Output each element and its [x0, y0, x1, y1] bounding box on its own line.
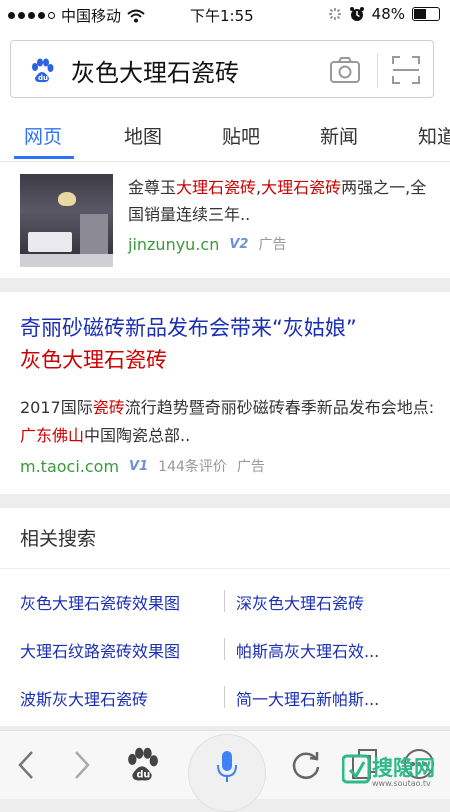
battery-icon — [412, 7, 440, 21]
wifi-icon — [127, 9, 145, 22]
search-box[interactable]: du 灰色大理石瓷砖 — [10, 40, 434, 98]
scan-icon[interactable] — [391, 55, 421, 85]
refresh-icon[interactable] — [290, 749, 322, 781]
microphone-icon — [217, 751, 237, 782]
related-item-divider — [224, 590, 225, 612]
related-searches: 相关搜索 灰色大理石瓷砖效果图 深灰色大理石瓷砖 大理石纹路瓷砖效果图 帕斯高灰… — [0, 508, 450, 726]
related-item[interactable]: 帕斯高灰大理石效... — [236, 638, 379, 662]
result-title[interactable]: 奇丽砂磁砖新品发布会带来“灰姑娘” 灰色大理石瓷砖 — [20, 312, 435, 376]
active-tab-indicator — [14, 156, 74, 159]
v-badge-icon: V2 — [229, 236, 249, 252]
carrier-label: 中国移动 — [61, 7, 122, 25]
watermark-url: www.soutao.tv — [372, 779, 431, 788]
status-right: 48% — [328, 5, 440, 23]
battery-percent: 48% — [371, 5, 405, 23]
search-tabs: 网页 地图 贴吧 新闻 知道 — [0, 116, 450, 162]
result-thumbnail[interactable] — [20, 174, 113, 267]
search-input[interactable]: 灰色大理石瓷砖 — [71, 53, 239, 88]
baidu-paw-icon: du — [32, 58, 54, 83]
voice-search-button[interactable] — [188, 734, 266, 812]
ad-label: 广告 — [258, 237, 287, 253]
site-watermark: 搜隐网 www.soutao.tv — [341, 752, 442, 792]
forward-icon[interactable] — [72, 749, 92, 781]
result-description[interactable]: 2017国际瓷砖流行趋势暨奇丽砂磁砖春季新品发布会地点:广东佛山中国陶瓷总部.. — [20, 394, 440, 450]
tab-news[interactable]: 新闻 — [320, 122, 358, 149]
result-domain[interactable]: jinzunyu.cn — [128, 235, 219, 254]
result-meta: jinzunyu.cn V2 广告 — [128, 234, 286, 254]
result-card-2[interactable]: 奇丽砂磁砖新品发布会带来“灰姑娘” 灰色大理石瓷砖 2017国际瓷砖流行趋势暨奇… — [0, 292, 450, 494]
signal-icon — [8, 12, 55, 19]
search-divider — [377, 53, 378, 87]
status-bar: 中国移动 下午1:55 48% — [0, 0, 450, 30]
result-card-ad-1[interactable]: 金尊玉大理石瓷砖,大理石瓷砖两强之一,全国销量连续三年.. jinzunyu.c… — [0, 162, 450, 278]
related-item-divider — [224, 638, 225, 660]
tab-web[interactable]: 网页 — [24, 122, 62, 149]
related-item[interactable]: 波斯灰大理石瓷砖 — [20, 686, 148, 710]
clock: 下午1:55 — [190, 7, 254, 25]
related-item[interactable]: 灰色大理石瓷砖效果图 — [20, 590, 180, 614]
status-left: 中国移动 — [8, 5, 145, 26]
result-description[interactable]: 金尊玉大理石瓷砖,大理石瓷砖两强之一,全国销量连续三年.. — [128, 174, 428, 228]
tab-map[interactable]: 地图 — [124, 122, 162, 149]
related-title: 相关搜索 — [20, 528, 97, 550]
svg-text:du: du — [38, 74, 48, 82]
baidu-home-icon[interactable]: du — [124, 747, 160, 783]
svg-text:du: du — [136, 769, 150, 780]
result-domain[interactable]: m.taoci.com — [20, 457, 119, 476]
watermark-text: 搜隐网 — [372, 756, 435, 780]
loading-icon — [328, 8, 341, 20]
related-item[interactable]: 深灰色大理石瓷砖 — [236, 590, 364, 614]
ad-label: 广告 — [236, 459, 265, 475]
related-item[interactable]: 简一大理石新帕斯... — [236, 686, 379, 710]
search-header: du 灰色大理石瓷砖 网页 地图 贴吧 新闻 知道 — [0, 30, 450, 162]
review-count[interactable]: 144条评价 — [158, 456, 227, 476]
camera-icon[interactable] — [329, 55, 361, 85]
back-icon[interactable] — [16, 749, 36, 781]
related-item[interactable]: 大理石纹路瓷砖效果图 — [20, 638, 180, 662]
related-divider — [0, 568, 450, 569]
tab-zhidao[interactable]: 知道 — [418, 122, 450, 149]
alarm-icon — [349, 7, 364, 21]
related-item-divider — [224, 686, 225, 708]
tab-tieba[interactable]: 贴吧 — [222, 122, 260, 149]
v-badge-icon: V1 — [129, 458, 149, 474]
result-meta: m.taoci.com V1 144条评价 广告 — [20, 456, 265, 476]
